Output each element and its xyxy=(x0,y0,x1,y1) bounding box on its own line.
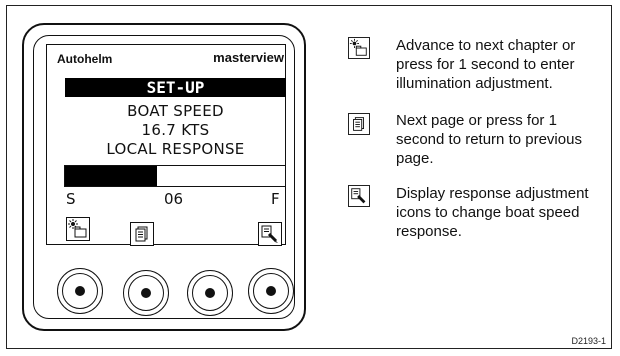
lcd-line-speed-value: 16.7 KTS xyxy=(141,121,210,139)
legend-illumination-chapter-icon xyxy=(348,37,370,59)
scale-fast-label: F xyxy=(271,190,280,208)
button-3[interactable] xyxy=(192,275,228,311)
button-2[interactable] xyxy=(128,275,164,311)
illumination-chapter-icon xyxy=(66,217,90,241)
brand-autohelm: Autohelm xyxy=(57,52,113,66)
response-bar-fill xyxy=(65,166,158,186)
lcd-line-boat-speed: BOAT SPEED xyxy=(127,102,224,120)
scale-value: 06 xyxy=(164,190,184,208)
figure-reference: D2193-1 xyxy=(571,336,606,346)
legend-text-page: Next page or press for 1 second to retur… xyxy=(396,112,582,167)
brand-masterview: masterview xyxy=(213,50,284,65)
button-4[interactable] xyxy=(253,273,289,309)
legend-page-icon xyxy=(348,113,370,135)
legend-response-adjust-icon xyxy=(348,185,370,207)
response-adjust-icon xyxy=(258,222,282,246)
response-bar xyxy=(64,165,286,187)
screen-title: SET-UP xyxy=(65,78,286,97)
button-1[interactable] xyxy=(62,273,98,309)
legend-text-chapter: Advance to next chapter or press for 1 s… xyxy=(396,37,576,92)
lcd-line-local-response: LOCAL RESPONSE xyxy=(106,140,245,158)
page-icon xyxy=(130,222,154,246)
scale-slow-label: S xyxy=(66,190,76,208)
legend-text-response: Display response adjustment icons to cha… xyxy=(396,185,589,240)
